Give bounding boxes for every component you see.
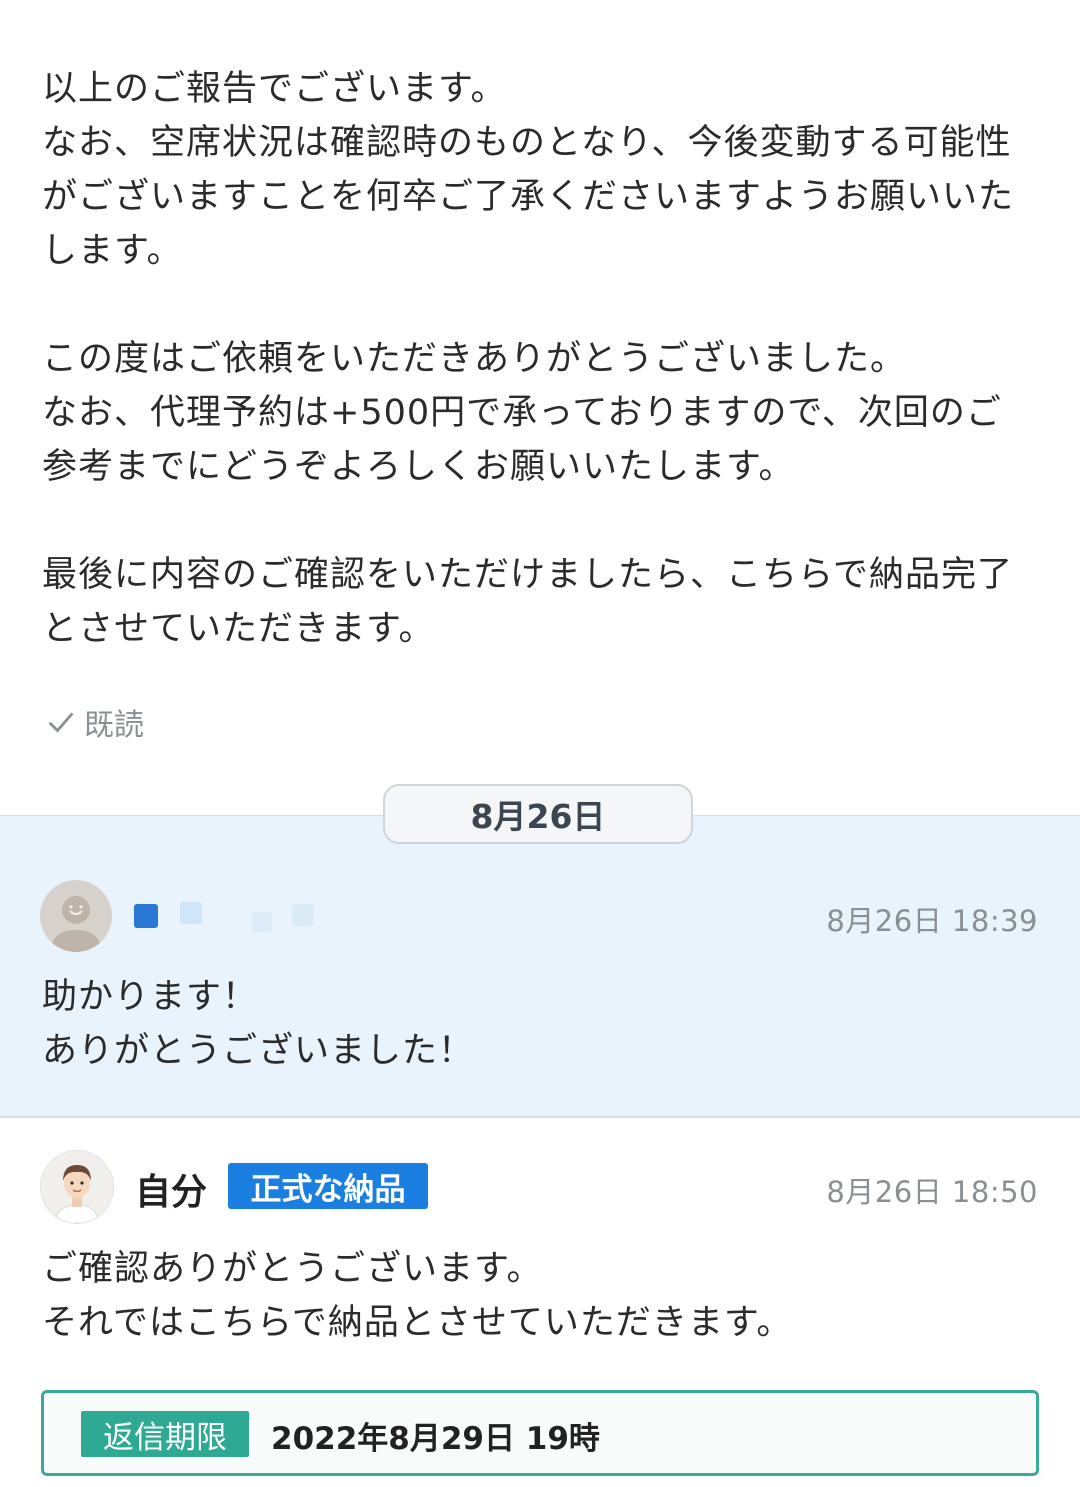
official-delivery-badge: 正式な納品 [228, 1163, 428, 1209]
reply-deadline-value: 2022年8月29日 19時 [271, 1421, 600, 1457]
message-line: 助かります！ [42, 977, 259, 1017]
avatar[interactable] [40, 880, 112, 952]
message-line: とさせていただきます。 [42, 609, 435, 649]
self-message-body: ご確認ありがとうございます。 それではこちらで納品とさせていただきます。 [42, 1242, 792, 1350]
checkmark-icon [48, 712, 74, 733]
message-line: 以上のご報告でございます。 [42, 69, 507, 109]
avatar[interactable] [40, 1150, 114, 1224]
sender-name: 自分 [135, 1172, 208, 1213]
redacted-username [134, 900, 324, 940]
read-status-label: 既読 [84, 708, 144, 743]
previous-message-body: 以上のご報告でございます。 なお、空席状況は確認時のものとなり、今後変動する可能… [42, 62, 1042, 656]
read-receipt: 既読 [44, 700, 144, 744]
message-line: なお、代理予約は+500円で承っておりますので、次回のご [42, 393, 1002, 433]
message-line: ありがとうございました！ [42, 1031, 475, 1071]
message-line: この度はご依頼をいただきありがとうございました。 [42, 339, 907, 379]
message-line: 参考までにどうぞよろしくお願いいたします。 [42, 447, 795, 487]
default-user-avatar-icon [50, 896, 102, 952]
date-separator: 8月26日 [383, 784, 693, 844]
self-avatar-icon [41, 1151, 113, 1223]
message-line: それではこちらで納品とさせていただきます。 [42, 1303, 793, 1343]
message-timestamp: 8月26日 18:39 [826, 904, 1038, 938]
reply-deadline-label: 返信期限 [81, 1411, 249, 1457]
message-line: 最後に内容のご確認をいただけましたら、こちらで納品完了 [42, 555, 1013, 595]
message-line: がございますことを何卒ご了承くださいますようお願いいた [42, 177, 1015, 217]
message-line: ご確認ありがとうございます。 [42, 1249, 543, 1289]
message-line: します。 [42, 231, 183, 271]
incoming-message-body: 助かります！ ありがとうございました！ [42, 970, 474, 1078]
message-timestamp: 8月26日 18:50 [826, 1175, 1038, 1209]
message-line: なお、空席状況は確認時のものとなり、今後変動する可能性 [42, 123, 1012, 163]
